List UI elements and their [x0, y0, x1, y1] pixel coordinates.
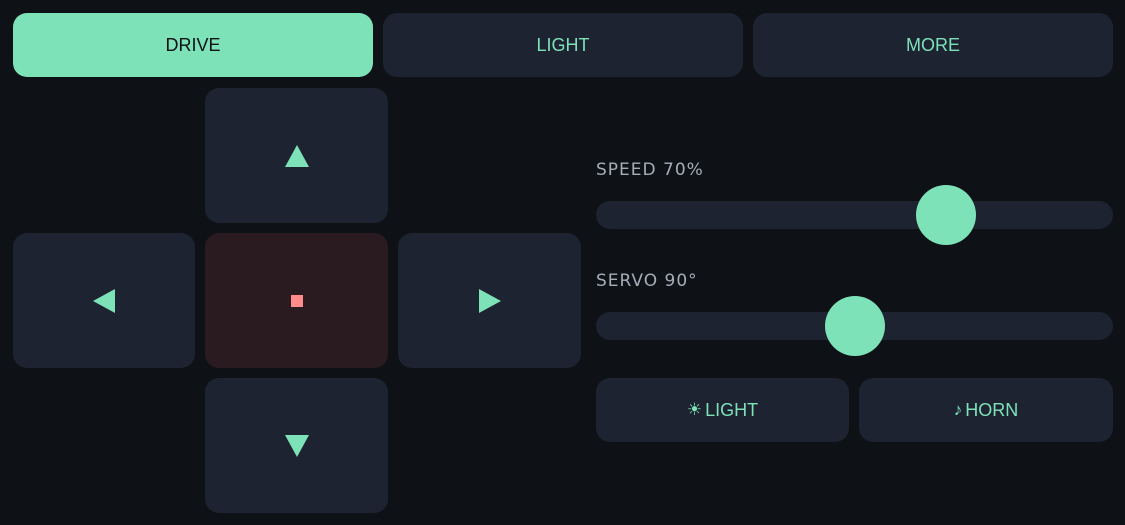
forward-button[interactable] — [205, 88, 388, 223]
music-note-icon: ♪ — [953, 400, 963, 419]
tab-light[interactable]: LIGHT — [383, 13, 743, 77]
sun-icon: ☀ — [686, 400, 703, 419]
tab-more-label: MORE — [906, 34, 960, 55]
arrow-right-icon — [478, 288, 501, 313]
arrow-down-icon — [284, 434, 309, 457]
light-button[interactable]: ☀ LIGHT — [596, 378, 849, 442]
light-button-label: LIGHT — [705, 399, 759, 420]
tab-drive[interactable]: DRIVE — [13, 13, 373, 77]
horn-button-label: HORN — [965, 399, 1019, 420]
tab-light-label: LIGHT — [536, 34, 590, 55]
left-button[interactable] — [13, 233, 195, 368]
speed-slider[interactable] — [596, 185, 1113, 245]
arrow-up-icon — [284, 144, 309, 167]
speed-label: SPEED 70% — [596, 160, 704, 180]
horn-button[interactable]: ♪ HORN — [859, 378, 1113, 442]
stop-button[interactable] — [205, 233, 388, 368]
right-button[interactable] — [398, 233, 581, 368]
stop-icon — [290, 294, 303, 307]
servo-slider-thumb[interactable] — [824, 296, 885, 356]
tab-more[interactable]: MORE — [753, 13, 1113, 77]
backward-button[interactable] — [205, 378, 388, 513]
arrow-left-icon — [93, 288, 115, 313]
servo-slider[interactable] — [596, 296, 1113, 356]
speed-slider-thumb[interactable] — [915, 185, 976, 245]
drive-control-screen: DRIVE LIGHT MORE SPEED 70% SERVO 90° ☀ L… — [0, 0, 1125, 525]
servo-label: SERVO 90° — [596, 271, 698, 291]
tab-drive-label: DRIVE — [165, 34, 221, 55]
